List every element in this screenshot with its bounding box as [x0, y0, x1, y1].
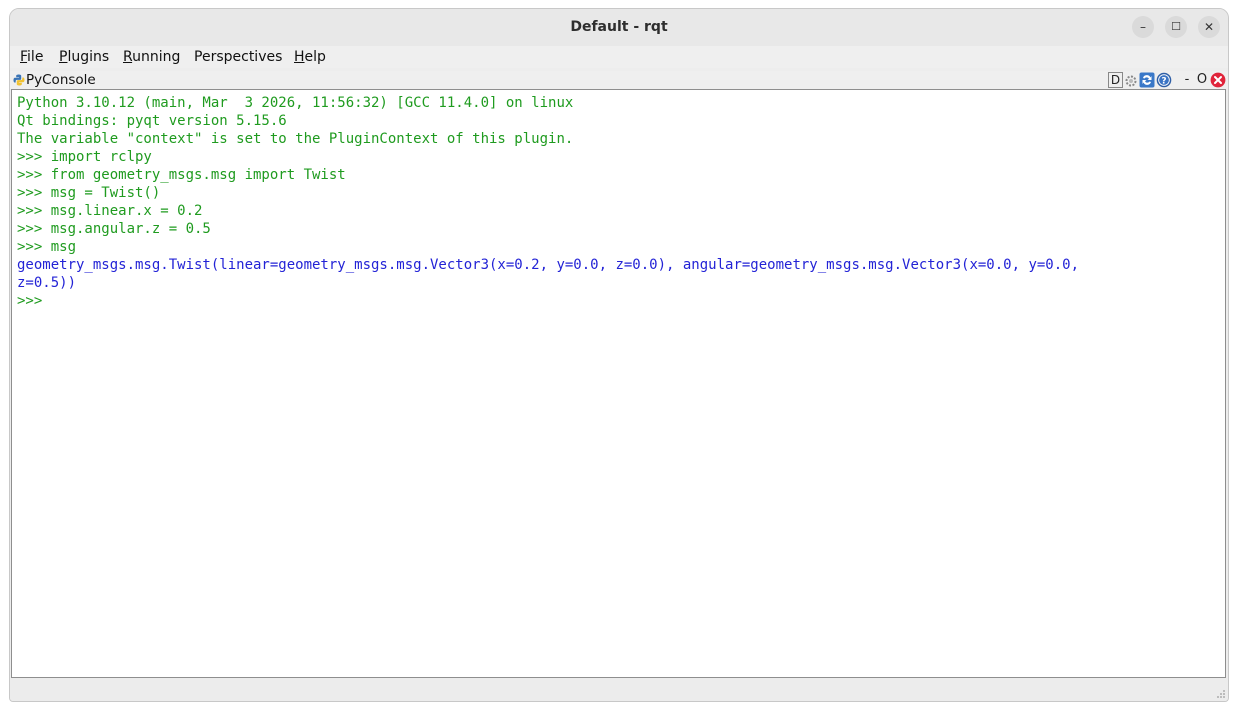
app-window: Default - rqt – ☐ ✕ File Plugins Running…	[9, 8, 1229, 702]
console-line: >>> msg.angular.z = 0.5	[17, 221, 211, 237]
dock-minimize-button[interactable]: -	[1182, 72, 1192, 88]
resize-grip-icon[interactable]	[1216, 689, 1226, 699]
menu-file[interactable]: File	[20, 49, 43, 65]
menu-perspectives[interactable]: Perspectives	[194, 49, 282, 65]
console-line: Qt bindings: pyqt version 5.15.6	[17, 113, 287, 129]
dock-float-button[interactable]: O	[1196, 72, 1208, 88]
gear-icon[interactable]	[1124, 73, 1138, 89]
console-line: >>> import rclpy	[17, 149, 152, 165]
close-icon: ✕	[1203, 20, 1215, 34]
maximize-icon: ☐	[1171, 20, 1181, 33]
minimize-icon: –	[1140, 20, 1146, 34]
console-line: >>> msg	[17, 239, 77, 255]
console-output-line: z=0.5))	[17, 275, 77, 291]
pyconsole-dock-titlebar[interactable]: PyConsole D ? - O	[10, 71, 1228, 89]
maximize-button[interactable]: ☐	[1165, 16, 1187, 38]
menu-bar: File Plugins Running Perspectives Help	[10, 46, 1228, 68]
minimize-button[interactable]: –	[1132, 16, 1154, 38]
svg-text:?: ?	[1161, 76, 1166, 86]
d-button[interactable]: D	[1108, 72, 1123, 88]
console-line: >>> from geometry_msgs.msg import Twist	[17, 167, 346, 183]
python-icon	[13, 74, 25, 86]
window-title: Default - rqt	[570, 19, 668, 35]
console-line: Python 3.10.12 (main, Mar 3 2026, 11:56:…	[17, 95, 574, 111]
help-icon[interactable]: ?	[1156, 72, 1172, 88]
menu-help[interactable]: Help	[294, 49, 326, 65]
console-line: >>> msg.linear.x = 0.2	[17, 203, 203, 219]
reload-icon[interactable]	[1139, 72, 1155, 88]
python-console[interactable]: Python 3.10.12 (main, Mar 3 2026, 11:56:…	[11, 89, 1226, 678]
console-line: The variable "context" is set to the Plu…	[17, 131, 574, 147]
close-button[interactable]: ✕	[1198, 16, 1220, 38]
status-bar	[10, 678, 1228, 701]
title-bar[interactable]: Default - rqt – ☐ ✕	[10, 9, 1228, 47]
menu-running[interactable]: Running	[123, 49, 180, 65]
menu-plugins[interactable]: Plugins	[59, 49, 109, 65]
console-output-line: geometry_msgs.msg.Twist(linear=geometry_…	[17, 257, 1080, 273]
console-line: >>> msg = Twist()	[17, 185, 161, 201]
dock-close-icon[interactable]	[1210, 72, 1226, 88]
console-prompt[interactable]: >>>	[17, 292, 42, 310]
dock-title: PyConsole	[26, 72, 96, 88]
